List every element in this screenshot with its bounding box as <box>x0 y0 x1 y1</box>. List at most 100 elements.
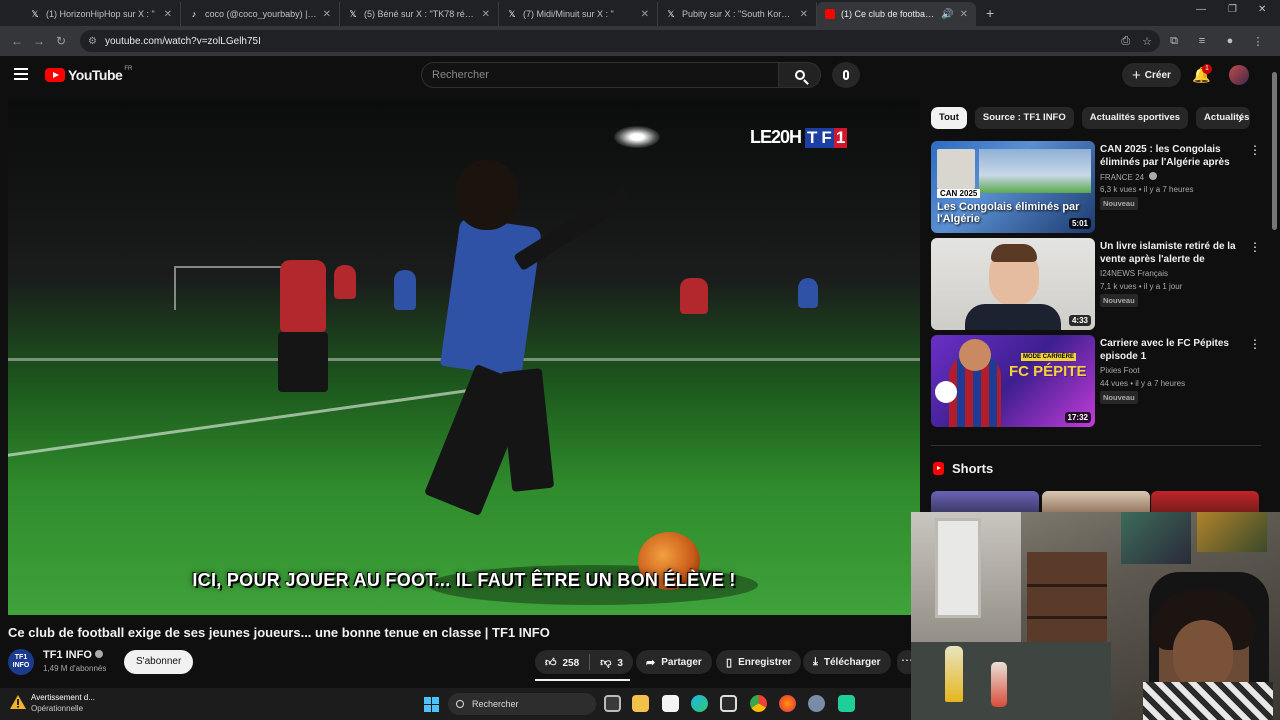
thumbnail-face <box>959 339 991 371</box>
recommendation-channel[interactable]: Pixies Foot <box>1100 366 1140 375</box>
more-vert-icon[interactable]: ⋮ <box>1249 337 1261 351</box>
forward-icon[interactable]: → <box>28 34 50 48</box>
tf1-logo-letter: T <box>805 127 820 148</box>
edge-icon[interactable] <box>691 695 708 712</box>
more-vert-icon[interactable]: ⋮ <box>1249 143 1261 157</box>
scrollbar-thumb[interactable] <box>1272 72 1277 230</box>
url-field[interactable]: ⚙ youtube.com/watch?v=zolLGelh75I ⎙ ☆ <box>80 30 1160 52</box>
account-avatar[interactable] <box>1229 65 1249 85</box>
browser-menu-icon[interactable]: ⋮ <box>1244 35 1272 48</box>
recommendation-item[interactable]: 4:33 Un livre islamiste retiré de la ven… <box>931 238 1261 330</box>
hamburger-menu-icon[interactable] <box>14 68 28 80</box>
browser-tab[interactable]: 𝕏 (7) Midi/Minuit sur X : " ✕ <box>499 2 658 26</box>
recommendation-title[interactable]: CAN 2025 : les Congolais éliminés par l'… <box>1100 143 1236 169</box>
recommendation-item[interactable]: MODE CARRIÈRE FC PÉPITE 17:32 Carriere a… <box>931 335 1261 427</box>
address-bar-row: ← → ↻ ⚙ youtube.com/watch?v=zolLGelh75I … <box>0 26 1280 56</box>
close-tab-icon[interactable]: ✕ <box>323 9 331 20</box>
speaker-icon[interactable]: 🔊 <box>941 9 953 20</box>
video-thumbnail[interactable]: CAN 2025 Les Congolais éliminés par l'Al… <box>931 141 1095 233</box>
browser-tab[interactable]: 𝕏 Pubity sur X : "South Korea's p ✕ <box>658 2 817 26</box>
recommendation-meta: 44 vues • il y a 7 heures <box>1100 379 1186 388</box>
recommendation-channel[interactable]: I24NEWS Français <box>1100 269 1168 278</box>
recommendation-meta: 6,3 k vues • il y a 7 heures <box>1100 185 1194 194</box>
browser-tab[interactable]: 𝕏 (1) HorizonHipHop sur X : " ✕ <box>22 2 181 26</box>
shorts-icon <box>933 462 944 475</box>
youtube-logo[interactable]: YouTube FR <box>45 66 132 83</box>
media-controls-icon[interactable]: ≡ <box>1188 35 1216 47</box>
taskbar-search-input[interactable]: Rechercher <box>448 693 596 715</box>
search-icon <box>456 700 464 708</box>
webcam-person-shirt <box>1143 682 1273 720</box>
channel-name[interactable]: TF1 INFO <box>43 649 103 661</box>
more-vert-icon[interactable]: ⋮ <box>1249 240 1261 254</box>
player-red-shorts <box>278 332 328 392</box>
video-player[interactable]: LE20H T F 1 ICI, POUR JOUER AU FOOT... I… <box>8 100 920 615</box>
bookmark-star-icon[interactable]: ☆ <box>1142 35 1152 48</box>
tab-title: (1) Ce club de football exig <box>841 9 935 19</box>
maximize-icon[interactable]: ❐ <box>1228 4 1237 15</box>
close-tab-icon[interactable]: ✕ <box>482 9 490 20</box>
close-window-icon[interactable]: ✕ <box>1258 4 1266 15</box>
x-icon: 𝕏 <box>667 9 675 19</box>
like-button[interactable]: 👍︎ 258 <box>545 656 579 669</box>
close-tab-icon[interactable]: ✕ <box>960 9 968 20</box>
minimize-icon[interactable]: — <box>1196 4 1206 15</box>
like-count: 258 <box>562 657 580 669</box>
windows-start-icon[interactable] <box>424 697 439 712</box>
warning-title[interactable]: Avertissement d... <box>31 693 95 702</box>
download-button[interactable]: ⤓ Télécharger <box>803 650 891 674</box>
chip-source[interactable]: Source : TF1 INFO <box>974 107 1074 129</box>
voice-search-button[interactable] <box>832 62 860 88</box>
browser-tab[interactable]: 𝕏 (5) Béné sur X : "TK78 réagit à l ✕ <box>340 2 499 26</box>
store-icon[interactable] <box>720 695 737 712</box>
tab-title: (7) Midi/Minuit sur X : " <box>523 9 614 19</box>
chip-all[interactable]: Tout <box>931 107 967 129</box>
thumbnail-caption: Les Congolais éliminés par l'Algérie <box>937 201 1080 225</box>
webcam-poster <box>1121 512 1191 564</box>
back-icon[interactable]: ← <box>6 34 28 48</box>
thumbnail-photo <box>979 149 1091 193</box>
install-icon[interactable]: ⎙ <box>1121 35 1130 48</box>
recommendation-title[interactable]: Carriere avec le FC Pépites episode 1 <box>1100 337 1236 363</box>
browser-tab[interactable]: ♪ coco (@coco_yourbaby) | TikTo ✕ <box>181 2 340 26</box>
chip-sports-news[interactable]: Actualités sportives <box>1081 107 1189 129</box>
webcam-person-face <box>1173 620 1233 690</box>
reload-icon[interactable]: ↻ <box>50 34 72 48</box>
new-tab-button[interactable]: + <box>986 2 994 26</box>
task-view-icon[interactable] <box>604 695 621 712</box>
save-button[interactable]: ▯ Enregistrer <box>716 650 802 674</box>
dislike-button[interactable]: 👎︎ 3 <box>600 656 623 669</box>
firefox-icon[interactable] <box>779 695 796 712</box>
create-button[interactable]: + Créer <box>1122 63 1181 87</box>
recommendation-item[interactable]: CAN 2025 Les Congolais éliminés par l'Al… <box>931 141 1261 233</box>
file-explorer-icon[interactable] <box>632 695 649 712</box>
browser-tab-strip: 𝕏 (1) HorizonHipHop sur X : " ✕ ♪ coco (@co… <box>0 0 1280 26</box>
subscribe-button[interactable]: S'abonner <box>124 650 194 674</box>
search-button[interactable] <box>779 62 821 88</box>
chevron-right-icon[interactable]: › <box>1238 110 1243 126</box>
video-thumbnail[interactable]: 4:33 <box>931 238 1095 330</box>
recommendation-channel[interactable]: FRANCE 24 <box>1100 172 1158 182</box>
save-label: Enregistrer <box>738 656 792 668</box>
recommendation-title[interactable]: Un livre islamiste retiré de la vente ap… <box>1100 240 1236 266</box>
browser-tab-active[interactable]: (1) Ce club de football exig 🔊 ✕ <box>817 2 976 26</box>
thumbnail-tag: MODE CARRIÈRE <box>1021 353 1077 361</box>
chrome-icon[interactable] <box>750 695 767 712</box>
player-red <box>680 278 708 314</box>
notepad-icon[interactable] <box>662 695 679 712</box>
search-input[interactable]: Rechercher <box>421 62 779 88</box>
close-tab-icon[interactable]: ✕ <box>164 9 172 20</box>
profile-icon[interactable]: ● <box>1216 35 1244 47</box>
extensions-icon[interactable]: ⧉ <box>1160 35 1188 48</box>
settings-icon[interactable] <box>808 695 825 712</box>
warning-icon[interactable] <box>10 695 26 709</box>
verified-icon <box>1149 172 1158 180</box>
video-thumbnail[interactable]: MODE CARRIÈRE FC PÉPITE 17:32 <box>931 335 1095 427</box>
app-icon[interactable] <box>838 695 855 712</box>
site-info-icon[interactable]: ⚙ <box>88 36 97 47</box>
channel-avatar[interactable]: TF1 INFO <box>8 649 34 675</box>
share-button[interactable]: ➦ Partager <box>636 650 712 674</box>
close-tab-icon[interactable]: ✕ <box>641 9 649 20</box>
close-tab-icon[interactable]: ✕ <box>800 9 808 20</box>
like-dislike-group: 👍︎ 258 👎︎ 3 <box>535 650 633 674</box>
